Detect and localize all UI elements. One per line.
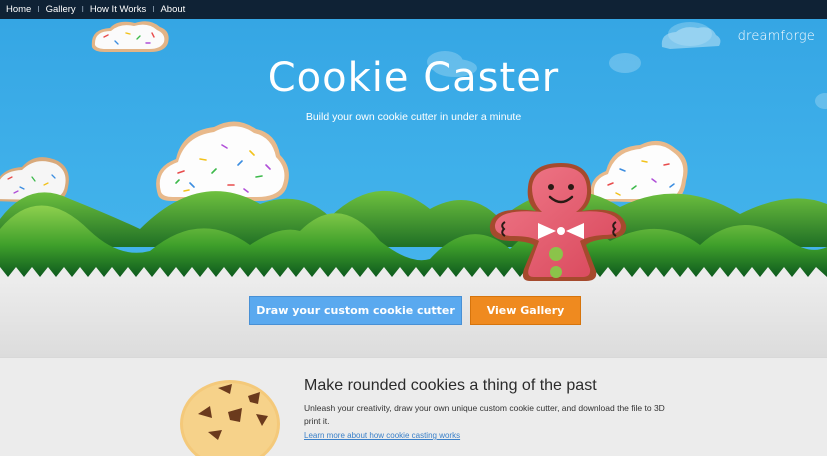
cloud-cookie-icon: [91, 21, 169, 52]
feature-title: Make rounded cookies a thing of the past: [304, 377, 597, 394]
nav-gallery-link[interactable]: Gallery: [46, 4, 76, 15]
chocolate-chip-cookie-icon: [180, 380, 280, 456]
hero-banner: dreamforge Cookie Caster Build your own …: [0, 19, 827, 281]
cloud-cookie-icon: [156, 121, 289, 201]
feature-description: Unleash your creativity, draw your own u…: [304, 403, 665, 426]
top-nav: Home I Gallery I How It Works I About: [0, 0, 827, 19]
feature-learn-more-link[interactable]: Learn more about how cookie casting work…: [304, 431, 460, 440]
draw-cookie-cutter-button[interactable]: Draw your custom cookie cutter: [249, 296, 462, 325]
nav-separator: I: [152, 5, 155, 14]
nav-home-link[interactable]: Home: [6, 4, 31, 15]
page-title: Cookie Caster: [267, 55, 560, 101]
mountain-range-back: [0, 190, 827, 247]
nav-separator: I: [37, 5, 40, 14]
nav-separator: I: [81, 5, 84, 14]
brand-logo[interactable]: dreamforge: [738, 29, 815, 44]
page-subtitle: Build your own cookie cutter in under a …: [305, 111, 522, 123]
nav-about-link[interactable]: About: [160, 4, 185, 15]
view-gallery-button[interactable]: View Gallery: [470, 296, 581, 325]
nav-how-it-works-link[interactable]: How It Works: [90, 4, 146, 15]
